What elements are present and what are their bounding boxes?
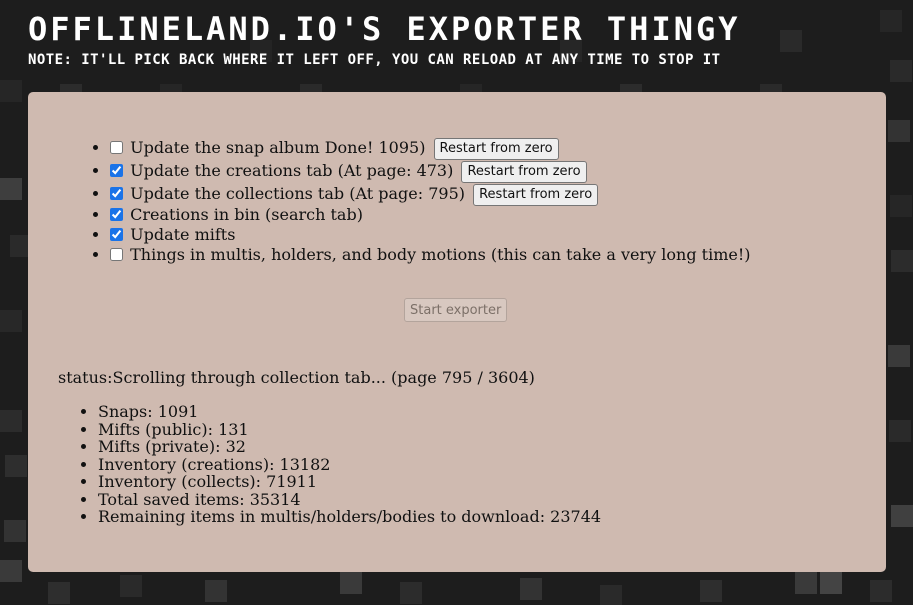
collections-tab-restart-button[interactable]: Restart from zero — [473, 183, 599, 206]
background-tile — [0, 178, 22, 200]
stat-remaining-items: Remaining items in multis/holders/bodies… — [98, 508, 601, 526]
background-tile — [700, 580, 722, 602]
creations-tab-label: Update the creations tab (At page: 473) — [130, 161, 454, 180]
snap-album-checkbox[interactable] — [110, 141, 123, 154]
background-tile — [780, 30, 802, 52]
option-snap-album: Update the snap album Done! 1095) Restar… — [110, 136, 751, 160]
stat-mifts-public: Mifts (public): 131 — [98, 420, 601, 439]
background-tile — [870, 580, 892, 602]
background-tile — [888, 345, 910, 367]
option-update-mifts: Update mifts — [110, 225, 751, 245]
export-options-list: Update the snap album Done! 1095) Restar… — [28, 136, 751, 265]
background-tile — [820, 572, 842, 594]
option-creations-in-bin: Creations in bin (search tab) — [110, 205, 751, 225]
status-text: status:Scrolling through collection tab.… — [58, 368, 535, 387]
stat-inventory-creations: Inventory (creations): 13182 — [98, 455, 601, 474]
background-tile — [890, 195, 912, 217]
background-tile — [0, 560, 22, 582]
creations-in-bin-label: Creations in bin (search tab) — [130, 205, 363, 224]
background-tile — [0, 410, 22, 432]
start-exporter-button[interactable]: Start exporter — [404, 298, 508, 322]
page-note: NOTE: IT'LL PICK BACK WHERE IT LEFT OFF,… — [28, 52, 721, 68]
creations-in-bin-checkbox[interactable] — [110, 208, 123, 221]
background-tile — [4, 520, 26, 542]
option-collections-tab: Update the collections tab (At page: 795… — [110, 182, 751, 206]
background-tile — [795, 572, 817, 594]
exporter-panel: Update the snap album Done! 1095) Restar… — [28, 92, 886, 572]
collections-tab-checkbox[interactable] — [110, 187, 123, 200]
background-tile — [0, 80, 22, 102]
multis-holders-label: Things in multis, holders, and body moti… — [130, 245, 751, 264]
background-tile — [5, 455, 27, 477]
option-creations-tab: Update the creations tab (At page: 473) … — [110, 159, 751, 183]
snap-album-restart-button[interactable]: Restart from zero — [433, 137, 559, 160]
background-tile — [520, 578, 542, 600]
background-tile — [889, 420, 911, 442]
update-mifts-label: Update mifts — [130, 225, 236, 244]
collections-tab-label: Update the collections tab (At page: 795… — [130, 184, 465, 203]
background-tile — [880, 10, 902, 32]
snap-album-label: Update the snap album Done! 1095) — [130, 138, 426, 157]
background-tile — [891, 250, 913, 272]
update-mifts-checkbox[interactable] — [110, 228, 123, 241]
background-tile — [205, 580, 227, 602]
page-title: OFFLINELAND.IO'S EXPORTER THINGY — [28, 10, 741, 48]
background-tile — [888, 120, 910, 142]
background-tile — [890, 60, 912, 82]
stats-list: Snaps: 1091 Mifts (public): 131 Mifts (p… — [28, 403, 601, 526]
background-tile — [600, 585, 622, 605]
creations-tab-restart-button[interactable]: Restart from zero — [461, 160, 587, 183]
stat-mifts-private: Mifts (private): 32 — [98, 438, 601, 456]
stat-snaps: Snaps: 1091 — [98, 403, 601, 421]
background-tile — [0, 310, 22, 332]
multis-holders-checkbox[interactable] — [110, 248, 123, 261]
background-tile — [340, 572, 362, 594]
background-tile — [120, 575, 142, 597]
creations-tab-checkbox[interactable] — [110, 164, 123, 177]
option-multis-holders: Things in multis, holders, and body moti… — [110, 245, 751, 265]
background-tile — [48, 582, 70, 604]
background-tile — [891, 505, 913, 527]
stat-total-saved: Total saved items: 35314 — [98, 490, 601, 509]
background-tile — [400, 582, 422, 604]
stat-inventory-collects: Inventory (collects): 71911 — [98, 473, 601, 491]
